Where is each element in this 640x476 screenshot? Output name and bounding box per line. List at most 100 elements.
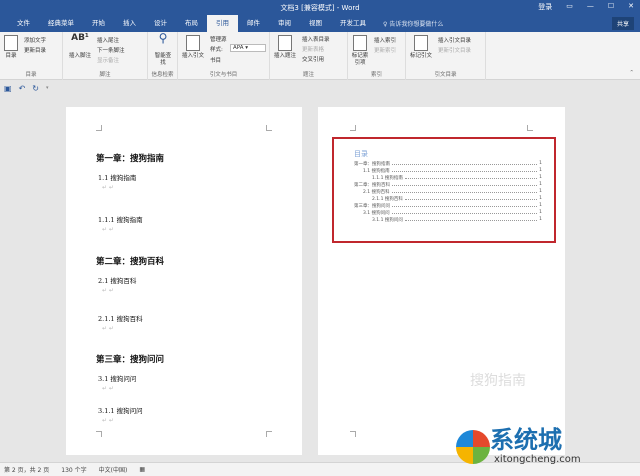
tab-10[interactable]: 开发工具 [331, 15, 375, 32]
insert-endnote-button[interactable]: 插入尾注 [97, 36, 119, 44]
page-count[interactable]: 第 2 页，共 2 页 [4, 465, 49, 474]
tab-9[interactable]: 视图 [300, 15, 331, 32]
ribbon: 目录 添加文字 更新目录 目录 AB¹ 插入脚注 插入尾注 下一条脚注 显示备注 … [0, 32, 640, 80]
toc-entry-page: 1 [539, 210, 542, 215]
toc-label: 目录 [5, 53, 17, 59]
toc-entry[interactable]: 第二章：搜狗百科 1 [354, 182, 542, 188]
heading-2[interactable]: 1.1 搜狗指南 [98, 172, 136, 182]
tell-me-input[interactable]: ♀ 告诉我你想要做什么 [383, 19, 443, 28]
paragraph-mark: ↵ ↵ [102, 184, 114, 191]
toc-entry-text: 第一章：搜狗指南 [354, 162, 390, 167]
toc-entry-text: 2.1.1 搜狗百科 [372, 197, 403, 202]
tab-5[interactable]: 布局 [176, 15, 207, 32]
insert-citation-label: 插入引文 [181, 53, 204, 59]
toc-heading[interactable]: 目录 [354, 149, 368, 159]
footnote-icon: AB¹ [71, 33, 89, 43]
save-icon[interactable]: ▣ [4, 84, 12, 93]
site-watermark: 系统城 xitongcheng.com [450, 418, 640, 476]
update-table-button[interactable]: 更新表格 [302, 45, 324, 53]
next-footnote-button[interactable]: 下一条脚注 [97, 46, 125, 54]
ribbon-tabs: 文件 经典菜单 开始 插入 设计 布局 引用 邮件 审阅 视图 开发工具 ♀ 告诉我你想要做什么 共享 [0, 15, 640, 32]
language[interactable]: 中文(中国) [99, 465, 128, 474]
insert-index-button[interactable]: 插入索引 [374, 36, 396, 44]
heading-2[interactable]: 3.1 搜狗问问 [98, 373, 136, 383]
toc-entry[interactable]: 2.1.1 搜狗百科 1 [372, 196, 542, 202]
heading-1[interactable]: 第一章：搜狗指南 [96, 152, 164, 164]
toc-leader [391, 189, 538, 193]
tab-8[interactable]: 审阅 [269, 15, 300, 32]
toc-button[interactable]: 目录 [3, 35, 19, 60]
word-count[interactable]: 130 个字 [61, 465, 86, 474]
toc-entry[interactable]: 3.1.1 搜狗问问 1 [372, 217, 542, 223]
toc-leader [391, 168, 538, 172]
heading-2[interactable]: 3.1.1 搜狗问问 [98, 405, 143, 415]
citation-icon [186, 35, 200, 51]
insert-caption-button[interactable]: 插入题注 [273, 35, 297, 60]
toc-entry[interactable]: 1.1.1 搜狗指南 1 [372, 175, 542, 181]
bibliography-button[interactable]: 书目 [210, 56, 221, 64]
heading-2[interactable]: 1.1.1 搜狗指南 [98, 214, 143, 224]
tab-1[interactable]: 经典菜单 [39, 15, 83, 32]
toc-leader [404, 175, 538, 179]
site-url: xitongcheng.com [494, 454, 581, 465]
macro-icon[interactable]: ▦ [139, 466, 145, 473]
heading-1[interactable]: 第二章：搜狗百科 [96, 255, 164, 267]
heading-2[interactable]: 2.1 搜狗百科 [98, 275, 136, 285]
insert-citation-button[interactable]: 插入引文 [181, 35, 205, 60]
tab-6[interactable]: 引用 [207, 15, 238, 32]
paragraph-mark: ↵ ↵ [102, 417, 114, 424]
search-icon: ⚲ [158, 31, 168, 45]
tab-0[interactable]: 文件 [8, 15, 39, 32]
margin-corner [96, 431, 102, 437]
heading-1[interactable]: 第三章：搜狗问问 [96, 353, 164, 365]
ribbon-display-button[interactable]: ▭ [566, 2, 573, 12]
login-link[interactable]: 登录 [538, 2, 552, 12]
tab-2[interactable]: 开始 [83, 15, 114, 32]
insert-footnote-label: 插入脚注 [68, 53, 91, 59]
margin-corner [350, 431, 356, 437]
collapse-ribbon-icon[interactable]: ⌃ [629, 70, 634, 76]
insert-footnote-button[interactable]: AB¹ 插入脚注 [67, 33, 93, 60]
caption-icon [278, 35, 292, 51]
toc-entry-page: 1 [539, 217, 542, 222]
mark-entry-button[interactable]: 标记索引项 [350, 35, 370, 67]
insert-table-of-figures-button[interactable]: 插入表目录 [302, 35, 330, 43]
group-label: 引文与书目 [209, 72, 238, 78]
toc-entry[interactable]: 第三章：搜狗问问 1 [354, 203, 542, 209]
toc-entry-text: 1.1 搜狗指南 [363, 169, 390, 174]
tell-me-text: 告诉我你想要做什么 [389, 21, 444, 28]
index-group: 标记索引项 插入索引 更新索引 索引 [348, 32, 406, 80]
cross-reference-button[interactable]: 交叉引用 [302, 55, 324, 63]
toc-entry[interactable]: 第一章：搜狗指南 1 [354, 161, 542, 167]
smart-lookup-button[interactable]: ⚲ 智能查找 [154, 31, 172, 67]
close-button[interactable]: ✕ [628, 2, 634, 12]
margin-corner [527, 125, 533, 131]
tab-4[interactable]: 设计 [145, 15, 176, 32]
manage-sources-button[interactable]: 管理源 [210, 35, 227, 43]
update-toc-button[interactable]: 更新目录 [24, 46, 46, 54]
toc-entry[interactable]: 3.1 搜狗问问 1 [363, 210, 542, 216]
update-authorities-button[interactable]: 更新引文目录 [438, 46, 471, 54]
tab-7[interactable]: 邮件 [238, 15, 269, 32]
redo-icon[interactable]: ↻ [32, 84, 39, 93]
footnotes-group: AB¹ 插入脚注 插入尾注 下一条脚注 显示备注 脚注 [63, 32, 148, 80]
share-button[interactable]: 共享 [611, 17, 634, 30]
insert-table-of-authorities-button[interactable]: 插入引文目录 [438, 36, 471, 44]
toc-entry[interactable]: 1.1 搜狗指南 1 [363, 168, 542, 174]
add-text-button[interactable]: 添加文字 [24, 36, 46, 44]
toc-entry[interactable]: 2.1 搜狗百科 1 [363, 189, 542, 195]
toc-entry-text: 3.1 搜狗问问 [363, 211, 390, 216]
toc-entry-text: 3.1.1 搜狗问问 [372, 218, 403, 223]
undo-icon[interactable]: ↶ [19, 84, 26, 93]
customize-icon[interactable]: ▾ [46, 85, 49, 91]
update-index-button[interactable]: 更新索引 [374, 46, 396, 54]
heading-2[interactable]: 2.1.1 搜狗百科 [98, 313, 143, 323]
maximize-button[interactable]: ☐ [608, 2, 614, 12]
show-notes-button[interactable]: 显示备注 [97, 56, 119, 64]
mark-citation-button[interactable]: 标记引文 [408, 35, 434, 60]
toc-leader [392, 161, 538, 165]
minimize-button[interactable]: — [587, 2, 594, 12]
group-label: 脚注 [99, 72, 111, 78]
style-select[interactable]: APA ▾ [230, 44, 266, 52]
tab-3[interactable]: 插入 [114, 15, 145, 32]
